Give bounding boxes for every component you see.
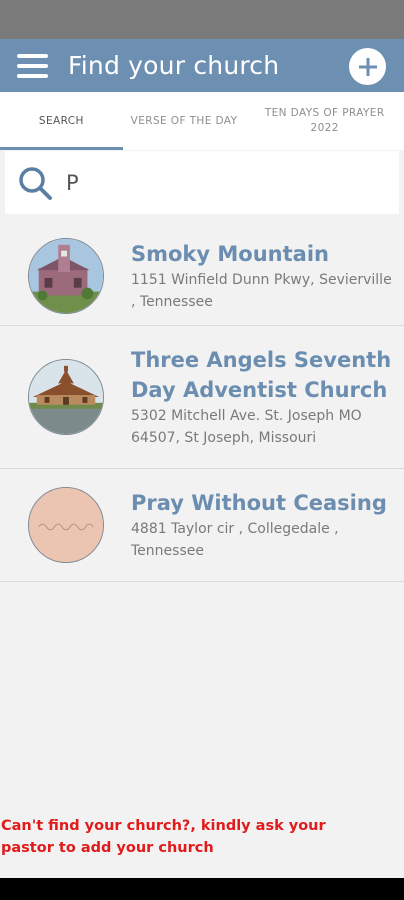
page-title: Find your church: [68, 51, 280, 80]
church-name: Pray Without Ceasing: [131, 491, 387, 515]
church-item-pray-without-ceasing[interactable]: Pray Without Ceasing 4881 Taylor cir , C…: [0, 469, 404, 582]
tab-verse-of-the-day[interactable]: VERSE OF THE DAY: [123, 92, 246, 150]
church-avatar: [28, 487, 104, 563]
church-name: Smoky Mountain: [131, 241, 329, 266]
church-building-image: [29, 238, 103, 313]
hamburger-menu-icon[interactable]: [0, 39, 68, 92]
plus-icon: [358, 57, 377, 76]
church-address: 5302 Mitchell Ave. St. Joseph MO 64507, …: [131, 408, 362, 446]
pray-without-ceasing-logo: [29, 488, 103, 562]
church-item-smoky-mountain[interactable]: Smoky Mountain 1151 Winfield Dunn Pkwy, …: [0, 226, 404, 326]
search-input[interactable]: [66, 170, 366, 195]
church-address: 1151 Winfield Dunn Pkwy, Sevierville , T…: [131, 271, 392, 310]
church-address: 4881 Taylor cir , Collegedale , Tennesse…: [131, 521, 339, 559]
church-avatar: [28, 359, 104, 435]
search-bar: [5, 151, 399, 214]
church-name: Three Angels Seventh Day Adventist Churc…: [131, 348, 392, 402]
church-item-three-angels[interactable]: Three Angels Seventh Day Adventist Churc…: [0, 326, 404, 469]
cant-find-church-note: Can't find your church?, kindly ask your…: [1, 818, 326, 856]
status-bar: [0, 0, 404, 39]
church-avatar: [28, 237, 104, 314]
tab-ten-days-of-prayer[interactable]: TEN DAYS OF PRAYER 2022: [245, 92, 404, 150]
church-building-image: [29, 360, 103, 434]
tab-search[interactable]: SEARCH: [0, 92, 123, 150]
church-list: Smoky Mountain 1151 Winfield Dunn Pkwy, …: [0, 226, 404, 582]
tab-bar: SEARCH VERSE OF THE DAY TEN DAYS OF PRAY…: [0, 92, 404, 150]
add-church-button[interactable]: [349, 48, 386, 85]
app-bar: Find your church: [0, 39, 404, 92]
system-nav-bar: [0, 878, 404, 900]
search-icon[interactable]: [7, 165, 63, 201]
